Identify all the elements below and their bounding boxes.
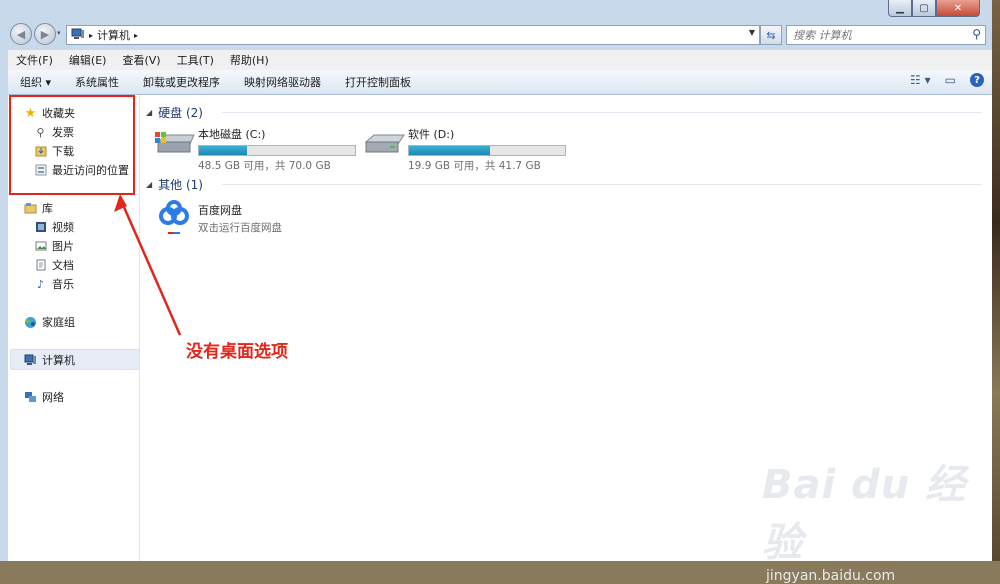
caption-buttons: ▁ ▢ ✕ [888, 0, 980, 17]
refresh-icon: ⇆ [766, 28, 776, 42]
preview-pane-icon[interactable]: ▭ [945, 73, 956, 87]
uninstall-program-button[interactable]: 卸载或更改程序 [131, 74, 232, 90]
recent-pages-dropdown[interactable]: ▾ [57, 29, 61, 37]
watermark-logo-text: Bai du 经验 [762, 462, 967, 566]
search-box[interactable]: ⚲ [786, 25, 986, 45]
drive-c[interactable]: 本地磁盘 (C:) 48.5 GB 可用，共 70.0 GB [154, 126, 356, 173]
group-hdd-label: 硬盘 (2) [158, 106, 203, 120]
search-icon[interactable]: ⚲ [972, 27, 981, 41]
menu-file[interactable]: 文件(F) [8, 52, 61, 68]
address-bar[interactable]: ▸ 计算机 ▸ ▼ [66, 25, 760, 45]
nav-computer-label: 计算机 [42, 354, 75, 367]
nav-homegroup[interactable]: 家庭组 [24, 314, 75, 330]
help-icon[interactable]: ? [970, 73, 984, 87]
desktop-background [992, 0, 1000, 561]
explorer-window: ▁ ▢ ✕ ◀ ▶ ▾ ▸ 计算机 ▸ ▼ ⇆ ⚲ 文件(F) 编辑(E) 查看… [0, 0, 993, 584]
computer-small-icon [71, 28, 85, 43]
drive-d-usage-fill [409, 146, 491, 155]
drive-c-usage-bar [198, 145, 356, 156]
watermark-url: jingyan.baidu.com [766, 568, 896, 584]
nav-lib-music[interactable]: ♪ 音乐 [34, 276, 74, 292]
change-view-icon[interactable]: ☷ ▾ [910, 73, 931, 87]
drive-d-size: 19.9 GB 可用，共 41.7 GB [408, 160, 541, 172]
drive-c-usage-fill [199, 146, 248, 155]
group-header-hdd[interactable]: ◢ 硬盘 (2) [146, 104, 986, 121]
nav-lib-documents-label: 文档 [52, 259, 74, 272]
breadcrumb-separator-icon: ▸ [89, 30, 94, 40]
hard-drive-icon [364, 126, 405, 156]
nav-lib-videos-label: 视频 [52, 221, 74, 234]
refresh-button[interactable]: ⇆ [760, 25, 782, 45]
menu-tools[interactable]: 工具(T) [169, 52, 222, 68]
menu-edit[interactable]: 编辑(E) [61, 52, 115, 68]
address-dropdown-icon[interactable]: ▼ [749, 28, 755, 37]
drive-d[interactable]: 软件 (D:) 19.9 GB 可用，共 41.7 GB [364, 126, 566, 173]
nav-libraries[interactable]: 库 [24, 200, 53, 216]
music-note-icon: ♪ [36, 277, 45, 291]
annotation-highlight-box [9, 95, 135, 195]
nav-lib-music-label: 音乐 [52, 278, 74, 291]
system-drive-icon [154, 126, 195, 156]
network-icon [24, 391, 37, 404]
baidu-netdisk-desc: 双击运行百度网盘 [198, 222, 282, 234]
baidu-netdisk-name: 百度网盘 [198, 204, 242, 217]
document-icon [34, 259, 47, 272]
drive-d-name: 软件 (D:) [408, 128, 455, 141]
video-icon [34, 221, 47, 234]
nav-homegroup-label: 家庭组 [42, 316, 75, 329]
group-divider [222, 184, 982, 185]
back-button[interactable]: ◀ [10, 23, 32, 45]
map-network-drive-button[interactable]: 映射网络驱动器 [232, 74, 333, 90]
search-input[interactable] [787, 27, 965, 43]
drive-c-size: 48.5 GB 可用，共 70.0 GB [198, 160, 331, 172]
collapse-triangle-icon[interactable]: ◢ [146, 180, 152, 189]
close-button[interactable]: ✕ [936, 0, 980, 17]
open-control-panel-button[interactable]: 打开控制面板 [333, 74, 423, 90]
nav-lib-documents[interactable]: 文档 [34, 257, 74, 273]
watermark: Bai du 经验 jingyan.baidu.com [762, 452, 992, 584]
drive-d-usage-bar [408, 145, 566, 156]
system-properties-button[interactable]: 系统属性 [63, 74, 131, 90]
breadcrumb-chevron-icon[interactable]: ▸ [134, 31, 138, 40]
maximize-button[interactable]: ▢ [912, 0, 936, 17]
organize-button[interactable]: 组织 ▾ [8, 74, 63, 90]
collapse-triangle-icon[interactable]: ◢ [146, 108, 152, 117]
annotation-text: 没有桌面选项 [186, 342, 288, 362]
minimize-button[interactable]: ▁ [888, 0, 912, 17]
menu-view[interactable]: 查看(V) [114, 52, 168, 68]
nav-lib-videos[interactable]: 视频 [34, 219, 74, 235]
computer-icon [24, 354, 37, 367]
forward-button[interactable]: ▶ [34, 23, 56, 45]
command-bar: 组织 ▾ 系统属性 卸载或更改程序 映射网络驱动器 打开控制面板 ☷ ▾ ▭ ? [8, 70, 992, 95]
annotation-arrow [114, 194, 182, 336]
homegroup-icon [24, 316, 37, 329]
nav-computer[interactable]: 计算机 [24, 352, 75, 368]
breadcrumb-computer[interactable]: 计算机 [97, 27, 130, 43]
library-icon [24, 202, 37, 215]
menu-help[interactable]: 帮助(H) [222, 52, 277, 68]
nav-libraries-label: 库 [42, 202, 53, 215]
menu-bar: 文件(F) 编辑(E) 查看(V) 工具(T) 帮助(H) [8, 50, 992, 71]
nav-lib-pictures[interactable]: 图片 [34, 238, 74, 254]
back-arrow-icon: ◀ [16, 27, 26, 41]
nav-network[interactable]: 网络 [24, 389, 64, 405]
forward-arrow-icon: ▶ [40, 27, 50, 41]
nav-lib-pictures-label: 图片 [52, 240, 74, 253]
group-header-other[interactable]: ◢ 其他 (1) [146, 176, 986, 193]
picture-icon [34, 240, 47, 253]
drive-c-name: 本地磁盘 (C:) [198, 128, 266, 141]
group-divider [222, 112, 982, 113]
nav-network-label: 网络 [42, 391, 64, 404]
